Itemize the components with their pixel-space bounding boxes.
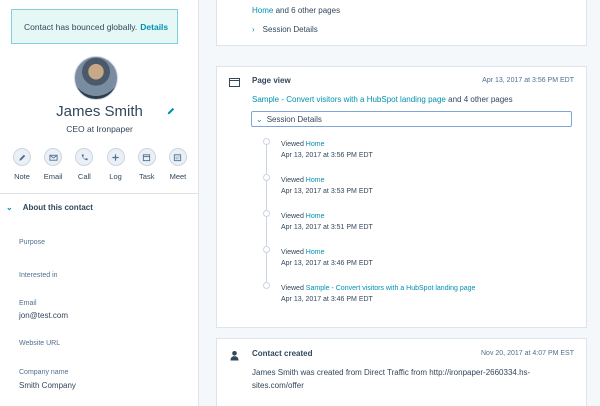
timeline-entry-text: Viewed Home Apr 13, 2017 at 3:56 PM EDT	[281, 139, 373, 161]
session-details-toggle[interactable]: ⌄ Session Details	[251, 111, 572, 127]
website-url-label: Website URL	[19, 340, 61, 347]
page-view-header: Page view Apr 13, 2017 at 3:56 PM EDT	[229, 75, 574, 87]
contact-created-card: Contact created Nov 20, 2017 at 4:07 PM …	[216, 338, 587, 406]
note-label: Note	[14, 172, 30, 181]
contact-created-date: Nov 20, 2017 at 4:07 PM EST	[481, 350, 574, 357]
timeline-date: Apr 13, 2017 at 3:53 PM EDT	[281, 188, 373, 195]
timeline-dot	[263, 174, 270, 181]
timeline-date: Apr 13, 2017 at 3:56 PM EDT	[281, 152, 373, 159]
monitor-icon	[229, 75, 240, 87]
purpose-label: Purpose	[19, 239, 46, 246]
task-label: Task	[139, 172, 155, 181]
task-button[interactable]: Task	[133, 148, 161, 181]
contact-job-title: CEO at Ironpaper	[66, 124, 133, 134]
timeline-dot	[263, 210, 270, 217]
sidebar-divider	[0, 193, 198, 194]
email-label: Email	[43, 172, 63, 181]
timeline-entry-text: Viewed Home Apr 13, 2017 at 3:51 PM EDT	[281, 211, 373, 233]
timeline-dot	[263, 282, 270, 289]
timeline-page-link[interactable]: Home	[306, 141, 325, 148]
timeline-entry-text: Viewed Home Apr 13, 2017 at 3:46 PM EDT	[281, 247, 373, 269]
bounce-alert: Contact has bounced globally. Details	[11, 9, 178, 44]
timeline-viewed-prefix: Viewed	[281, 285, 304, 292]
email-property-value[interactable]: jon@test.com	[19, 311, 68, 320]
chevron-down-icon: ⌄	[6, 203, 13, 212]
email-property-label: Email	[19, 300, 37, 307]
activity-timeline: Home and 6 other pages › Session Details…	[199, 0, 600, 406]
contact-created-header: Contact created Nov 20, 2017 at 4:07 PM …	[229, 348, 574, 361]
interested-in-label: Interested in	[19, 272, 58, 279]
quick-actions: Note Email Call Log Task Meet	[8, 148, 192, 181]
avatar[interactable]	[74, 56, 118, 100]
contact-created-title: Contact created	[252, 349, 313, 358]
chevron-right-icon: ›	[252, 25, 255, 34]
email-icon	[44, 148, 63, 166]
log-button[interactable]: Log	[102, 148, 130, 181]
call-label: Call	[77, 172, 91, 181]
timeline-page-link[interactable]: Home	[306, 213, 325, 220]
timeline-date: Apr 13, 2017 at 3:51 PM EDT	[281, 224, 373, 231]
timeline-page-link[interactable]: Home	[306, 249, 325, 256]
timeline-viewed-prefix: Viewed	[281, 213, 304, 220]
company-name-label: Company name	[19, 369, 69, 376]
session-details-label: Session Details	[266, 114, 322, 124]
contact-created-body-line1: James Smith was created from Direct Traf…	[252, 368, 531, 377]
card1-page-link[interactable]: Home	[252, 6, 273, 15]
timeline-viewed-prefix: Viewed	[281, 249, 304, 256]
timeline-date: Apr 13, 2017 at 3:46 PM EDT	[281, 260, 373, 267]
meet-icon	[168, 148, 187, 166]
task-icon	[137, 148, 156, 166]
pencil-icon[interactable]	[166, 106, 178, 118]
log-label: Log	[109, 172, 122, 181]
card1-pages-rest: and 6 other pages	[275, 6, 341, 15]
note-button[interactable]: Note	[8, 148, 36, 181]
bounce-alert-text: Contact has bounced globally.	[24, 21, 138, 32]
meet-button[interactable]: Meet	[164, 148, 192, 181]
page-view-page-link[interactable]: Sample - Convert visitors with a HubSpot…	[252, 95, 446, 104]
contact-created-body: James Smith was created from Direct Traf…	[252, 366, 530, 392]
about-section-toggle[interactable]: ⌄ About this contact	[6, 203, 93, 212]
timeline-page-link[interactable]: Sample - Convert visitors with a HubSpot…	[306, 285, 476, 292]
person-icon	[229, 348, 240, 361]
timeline-entry-text: Viewed Sample - Convert visitors with a …	[281, 283, 475, 305]
email-button[interactable]: Email	[39, 148, 67, 181]
timeline-viewed-prefix: Viewed	[281, 177, 304, 184]
card1-pages-line: Home and 6 other pages	[252, 6, 340, 15]
log-icon	[106, 148, 125, 166]
note-icon	[13, 148, 31, 166]
timeline-dot	[263, 246, 270, 253]
call-icon	[75, 148, 94, 166]
timeline-dot	[263, 138, 270, 145]
page-view-date: Apr 13, 2017 at 3:56 PM EDT	[482, 77, 574, 84]
card1-session-label: Session Details	[262, 25, 318, 34]
chevron-down-icon: ⌄	[256, 114, 263, 124]
bounce-details-link[interactable]: Details	[140, 22, 168, 32]
contact-sidebar: Contact has bounced globally. Details Ja…	[0, 0, 199, 406]
page-view-card: Page view Apr 13, 2017 at 3:56 PM EDT Sa…	[216, 66, 587, 328]
page-view-pages-rest: and 4 other pages	[448, 95, 513, 104]
contact-created-body-line2: sites.com/offer	[252, 381, 304, 390]
timeline-date: Apr 13, 2017 at 3:46 PM EDT	[281, 296, 373, 303]
about-section-heading: About this contact	[22, 203, 93, 212]
timeline-entry-text: Viewed Home Apr 13, 2017 at 3:53 PM EDT	[281, 175, 373, 197]
timeline-viewed-prefix: Viewed	[281, 141, 304, 148]
page-view-title: Page view	[252, 76, 291, 85]
page-view-card-previous: Home and 6 other pages › Session Details	[216, 0, 587, 46]
page-view-pages-line: Sample - Convert visitors with a HubSpot…	[252, 95, 513, 104]
company-name-value[interactable]: Smith Company	[19, 381, 76, 390]
meet-label: Meet	[169, 172, 187, 181]
timeline-page-link[interactable]: Home	[306, 177, 325, 184]
card1-session-toggle[interactable]: › Session Details	[252, 25, 318, 34]
call-button[interactable]: Call	[70, 148, 98, 181]
